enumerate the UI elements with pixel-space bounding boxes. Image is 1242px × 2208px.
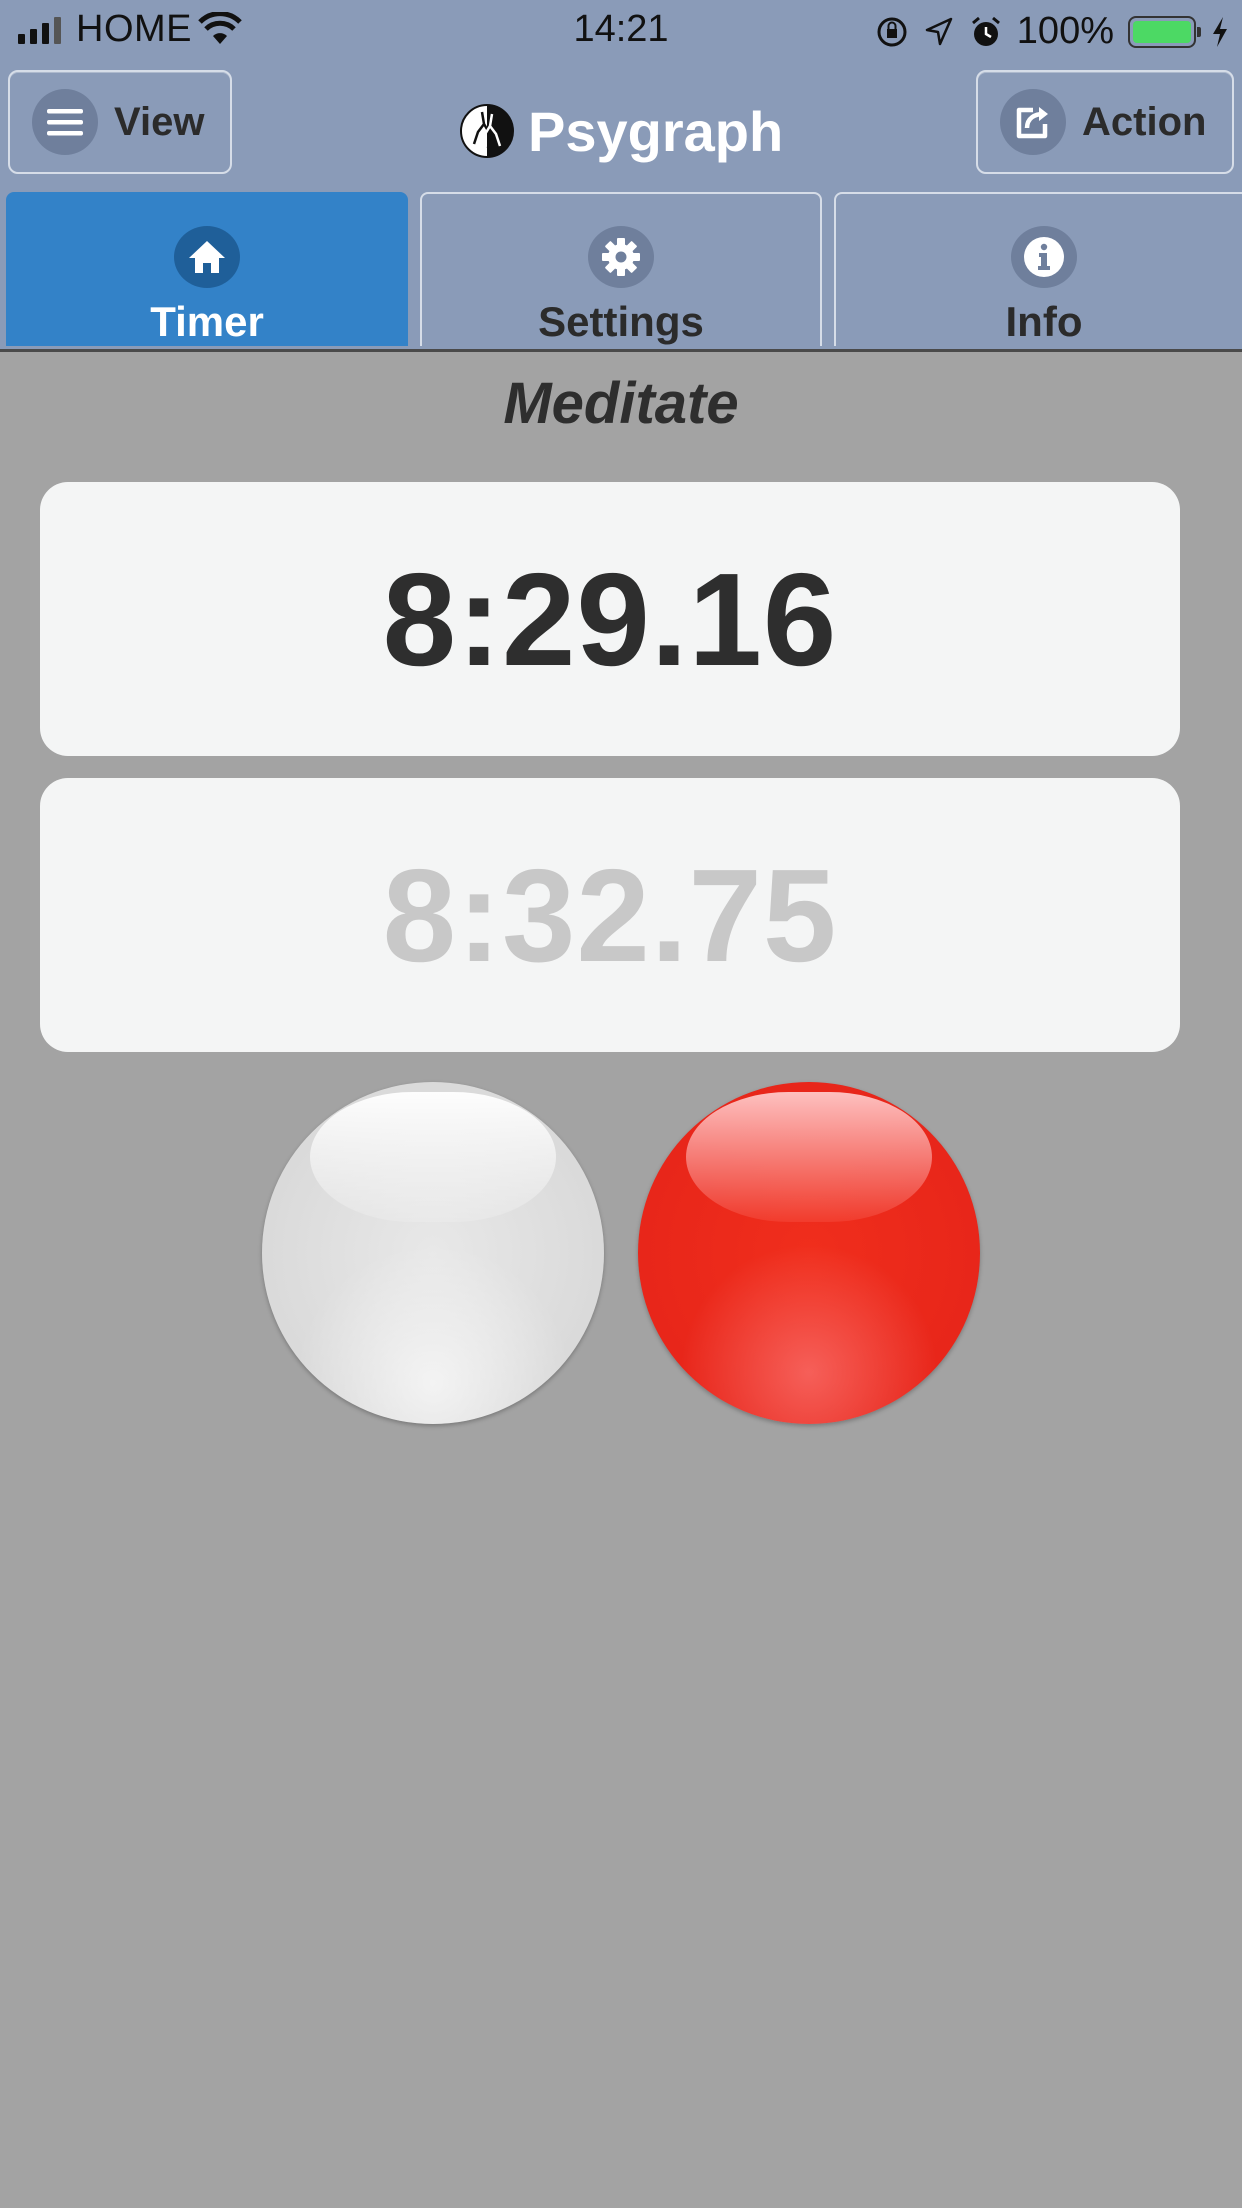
tab-bar: Timer Settings Info — [0, 190, 1242, 348]
location-icon — [925, 17, 953, 45]
mode-title: Meditate — [503, 371, 739, 436]
status-bar: HOME 14:21 100% — [0, 0, 1242, 62]
action-button-label: Action — [1082, 99, 1207, 144]
previous-time-value: 8:32.75 — [382, 841, 838, 989]
view-button-label: View — [114, 99, 205, 144]
current-time-value: 8:29.16 — [382, 545, 838, 693]
status-right: 100% — [875, 10, 1230, 53]
charging-icon — [1213, 16, 1227, 47]
start-button-gloss — [310, 1092, 556, 1222]
tab-timer-label: Timer — [150, 298, 264, 345]
orientation-lock-icon — [877, 17, 907, 46]
tab-settings[interactable]: Settings — [420, 192, 822, 346]
tab-timer[interactable]: Timer — [6, 192, 408, 346]
app-title: Psygraph — [460, 96, 783, 166]
home-icon — [174, 226, 240, 288]
psygraph-logo — [460, 104, 514, 158]
app-root: HOME 14:21 100% View Psygraph Action Tim… — [0, 0, 1242, 2208]
gear-icon — [588, 226, 654, 288]
battery-percent: 100% — [1016, 10, 1114, 52]
stop-button-gloss — [686, 1092, 932, 1222]
alarm-icon — [971, 16, 1000, 46]
action-button[interactable]: Action — [976, 70, 1234, 174]
previous-time-display: 8:32.75 — [40, 778, 1180, 1052]
app-title-text: Psygraph — [528, 99, 784, 163]
menu-icon — [32, 89, 98, 155]
top-chrome: HOME 14:21 100% View Psygraph Action Tim… — [0, 0, 1242, 352]
tab-info-label: Info — [1005, 298, 1083, 345]
tab-settings-label: Settings — [538, 298, 704, 345]
current-time-display: 8:29.16 — [40, 482, 1180, 756]
share-icon — [1000, 89, 1066, 155]
view-button[interactable]: View — [8, 70, 232, 174]
info-icon — [1011, 226, 1077, 288]
tab-info[interactable]: Info — [834, 192, 1242, 346]
battery-icon — [1128, 15, 1201, 48]
start-button[interactable] — [262, 1082, 604, 1424]
stop-button[interactable] — [638, 1082, 980, 1424]
